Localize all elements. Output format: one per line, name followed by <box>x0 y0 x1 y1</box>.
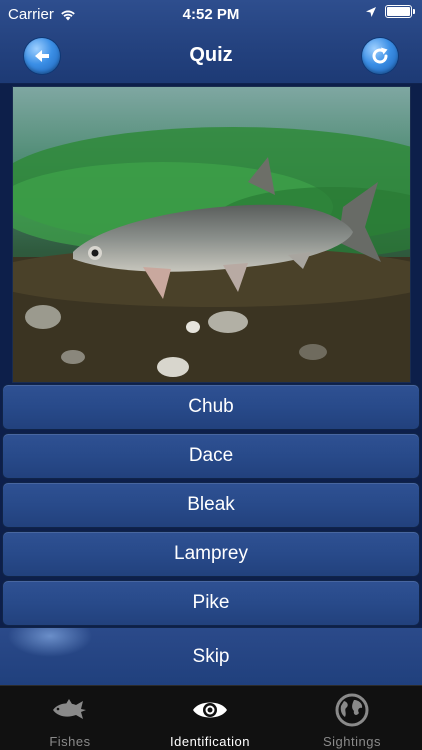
top-header: Carrier 4:52 PM Quiz <box>0 0 422 84</box>
answer-button-1[interactable]: Chub <box>2 384 420 430</box>
page-title: Quiz <box>189 44 233 66</box>
battery-level <box>387 7 410 16</box>
tab-sightings[interactable]: Sightings <box>282 686 422 750</box>
location-arrow-icon <box>366 6 376 17</box>
tab-sightings-label: Sightings <box>323 734 381 749</box>
eye-icon <box>190 693 230 727</box>
answer-button-3[interactable]: Bleak <box>2 482 420 528</box>
nav-bar: Quiz <box>0 30 422 84</box>
status-time: 4:52 PM <box>182 6 240 23</box>
answer-button-2[interactable]: Dace <box>2 433 420 479</box>
tab-fishes-label: Fishes <box>49 734 91 749</box>
fish-photo <box>13 87 410 382</box>
status-right <box>365 5 415 18</box>
fish-icon <box>50 693 90 727</box>
quiz-fish-photo <box>12 86 411 383</box>
skip-button[interactable]: Skip <box>0 627 422 685</box>
battery-icon <box>385 5 415 18</box>
status-bar: Carrier 4:52 PM <box>0 0 422 30</box>
tab-identification-label: Identification <box>170 734 250 749</box>
refresh-button[interactable] <box>362 38 398 74</box>
tab-identification[interactable]: Identification <box>140 686 280 750</box>
answer-button-5[interactable]: Pike <box>2 580 420 626</box>
tab-fishes[interactable]: Fishes <box>0 686 140 750</box>
answer-button-4[interactable]: Lamprey <box>2 531 420 577</box>
tab-bar: Fishes Identification Sightings <box>0 685 422 750</box>
globe-icon <box>332 693 372 727</box>
refresh-icon <box>372 47 388 64</box>
